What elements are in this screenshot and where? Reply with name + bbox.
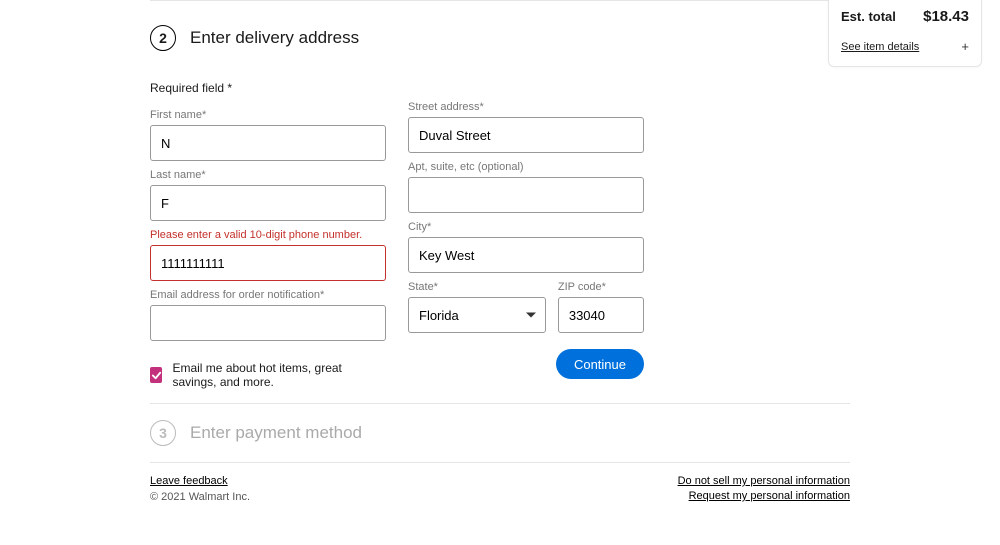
state-select[interactable]: Florida xyxy=(408,297,546,333)
email-optin-row[interactable]: Email me about hot items, great savings,… xyxy=(150,361,386,389)
email-optin-checkbox[interactable] xyxy=(150,367,162,383)
state-label: State* xyxy=(408,281,546,293)
last-name-label: Last name* xyxy=(150,169,386,181)
apt-label: Apt, suite, etc (optional) xyxy=(408,161,644,173)
street-input[interactable] xyxy=(408,117,644,153)
leave-feedback-link[interactable]: Leave feedback xyxy=(150,475,228,487)
email-label: Email address for order notification* xyxy=(150,289,386,301)
request-info-link[interactable]: Request my personal information xyxy=(678,490,850,502)
step2-number: 2 xyxy=(159,30,167,46)
phone-input[interactable] xyxy=(150,245,386,281)
zip-input[interactable] xyxy=(558,297,644,333)
city-input[interactable] xyxy=(408,237,644,273)
first-name-input[interactable] xyxy=(150,125,386,161)
step3-header: 3 Enter payment method xyxy=(150,404,850,456)
zip-label: ZIP code* xyxy=(558,281,644,293)
first-name-label: First name* xyxy=(150,109,386,121)
continue-button[interactable]: Continue xyxy=(556,349,644,379)
apt-input[interactable] xyxy=(408,177,644,213)
order-summary-card: Est. total $18.43 See item details + xyxy=(828,0,982,67)
email-optin-label: Email me about hot items, great savings,… xyxy=(172,361,386,389)
plus-icon[interactable]: + xyxy=(961,39,969,54)
step2-title: Enter delivery address xyxy=(190,28,359,48)
step2-circle: 2 xyxy=(150,25,176,51)
street-label: Street address* xyxy=(408,101,644,113)
checkmark-icon xyxy=(151,370,162,381)
email-input[interactable] xyxy=(150,305,386,341)
last-name-input[interactable] xyxy=(150,185,386,221)
phone-error-label: Please enter a valid 10-digit phone numb… xyxy=(150,229,386,241)
step3-title: Enter payment method xyxy=(190,423,362,443)
est-total-value: $18.43 xyxy=(923,8,969,25)
do-not-sell-link[interactable]: Do not sell my personal information xyxy=(678,475,850,487)
city-label: City* xyxy=(408,221,644,233)
step2-header: 2 Enter delivery address xyxy=(150,1,850,63)
footer: Leave feedback © 2021 Walmart Inc. Do no… xyxy=(150,462,850,505)
copyright: © 2021 Walmart Inc. xyxy=(150,491,250,503)
required-note: Required field * xyxy=(150,81,850,95)
step3-number: 3 xyxy=(159,425,167,441)
step3-circle: 3 xyxy=(150,420,176,446)
see-item-details-link[interactable]: See item details xyxy=(841,41,919,53)
